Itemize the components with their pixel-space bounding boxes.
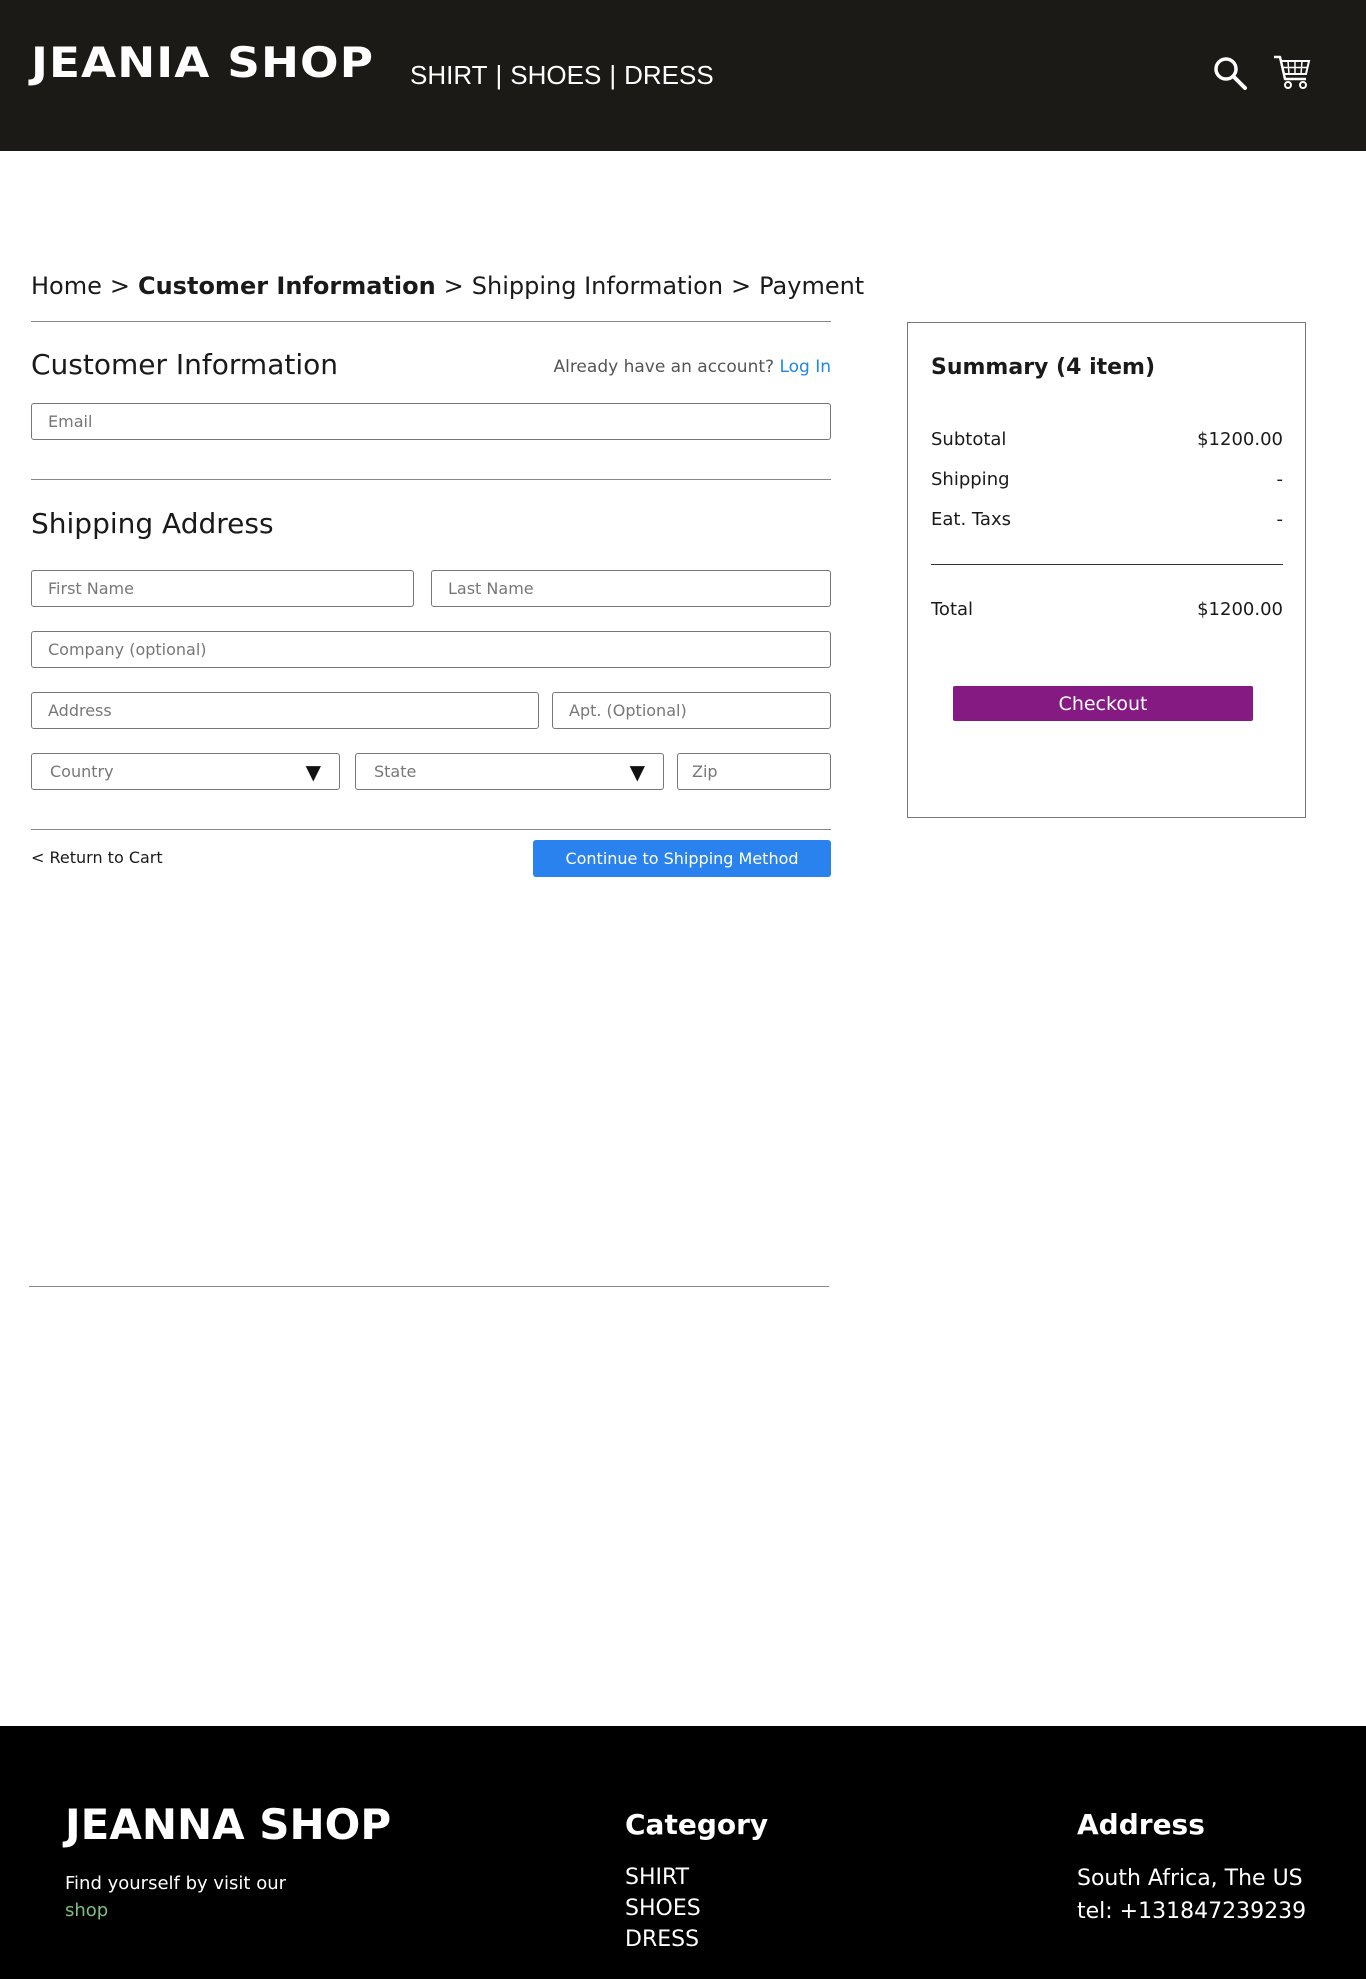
footer-phone: tel: +131847239239 [1077, 1899, 1307, 1924]
apt-input[interactable] [552, 692, 831, 729]
footer-address-heading: Address [1077, 1808, 1205, 1841]
summary-row-shipping: Shipping - [931, 469, 1283, 490]
total-value: $1200.00 [1197, 599, 1283, 620]
footer-category-shoes[interactable]: SHOES [625, 1893, 701, 1924]
footer-address-line: South Africa, The US [1077, 1866, 1303, 1891]
site-footer: JEANNA SHOP Find yourself by visit our s… [0, 1726, 1366, 1979]
account-prompt-text: Already have an account? [553, 357, 775, 377]
summary-value: $1200.00 [1197, 429, 1283, 450]
footer-tagline: Find yourself by visit our shop [65, 1870, 286, 1924]
nav-shoes[interactable]: SHOES [510, 60, 601, 91]
nav-dress[interactable]: DRESS [624, 60, 714, 91]
state-select[interactable]: State ▼ [355, 753, 664, 790]
footer-shop-link[interactable]: shop [65, 1897, 286, 1924]
summary-value: - [1276, 469, 1284, 490]
breadcrumb: Home > Customer Information > Shipping I… [31, 272, 864, 300]
divider [31, 321, 831, 322]
breadcrumb-separator: > [731, 272, 752, 300]
first-name-input[interactable] [31, 570, 414, 607]
breadcrumb-separator: > [109, 272, 130, 300]
site-logo[interactable]: JEANIA SHOP [31, 38, 374, 87]
summary-label: Shipping [931, 469, 1010, 490]
customer-info-title: Customer Information [31, 348, 338, 381]
divider [31, 829, 831, 830]
summary-label: Subtotal [931, 429, 1007, 450]
summary-label: Eat. Taxs [931, 509, 1011, 530]
zip-input[interactable] [677, 753, 831, 790]
summary-row-total: Total $1200.00 [931, 599, 1283, 620]
main-nav: SHIRT | SHOES | DRESS [410, 60, 714, 91]
cart-icon[interactable] [1272, 52, 1312, 92]
footer-category-dress[interactable]: DRESS [625, 1924, 701, 1955]
site-header: JEANIA SHOP SHIRT | SHOES | DRESS [0, 0, 1366, 151]
footer-category-heading: Category [625, 1808, 769, 1841]
footer-category-shirt[interactable]: SHIRT [625, 1862, 701, 1893]
summary-title: Summary (4 item) [931, 355, 1156, 380]
login-link[interactable]: Log In [779, 357, 831, 377]
footer-address: South Africa, The US tel: +131847239239 [1077, 1862, 1306, 1928]
dropdown-arrow-icon: ▼ [305, 759, 321, 784]
return-to-cart-link[interactable]: < Return to Cart [31, 848, 163, 867]
breadcrumb-payment[interactable]: Payment [759, 272, 864, 300]
summary-divider [931, 564, 1283, 565]
summary-row-taxes: Eat. Taxs - [931, 509, 1283, 530]
divider [31, 479, 831, 480]
country-select-label: Country [50, 762, 114, 781]
divider [29, 1286, 829, 1287]
footer-logo: JEANNA SHOP [65, 1800, 392, 1849]
search-icon[interactable] [1212, 55, 1248, 91]
state-select-label: State [374, 762, 417, 781]
order-summary: Summary (4 item) Subtotal $1200.00 Shipp… [907, 322, 1306, 818]
breadcrumb-home[interactable]: Home [31, 272, 102, 300]
dropdown-arrow-icon: ▼ [629, 759, 645, 784]
checkout-button[interactable]: Checkout [953, 686, 1253, 721]
country-select[interactable]: Country ▼ [31, 753, 340, 790]
breadcrumb-customer-information[interactable]: Customer Information [138, 272, 436, 300]
address-input[interactable] [31, 692, 539, 729]
summary-value: - [1276, 509, 1284, 530]
last-name-input[interactable] [431, 570, 831, 607]
total-label: Total [931, 599, 974, 620]
summary-row-subtotal: Subtotal $1200.00 [931, 429, 1283, 450]
company-input[interactable] [31, 631, 831, 668]
account-prompt: Already have an account? Log In [553, 357, 831, 377]
shipping-address-title: Shipping Address [31, 507, 274, 540]
breadcrumb-separator: > [443, 272, 464, 300]
footer-category-list: SHIRT SHOES DRESS [625, 1862, 701, 1955]
nav-separator: | [495, 60, 503, 90]
email-input[interactable] [31, 403, 831, 440]
breadcrumb-shipping-information[interactable]: Shipping Information [472, 272, 723, 300]
nav-separator: | [609, 60, 617, 90]
nav-shirt[interactable]: SHIRT [410, 60, 488, 91]
continue-to-shipping-button[interactable]: Continue to Shipping Method [533, 840, 831, 877]
footer-tagline-text: Find yourself by visit our [65, 1873, 287, 1894]
